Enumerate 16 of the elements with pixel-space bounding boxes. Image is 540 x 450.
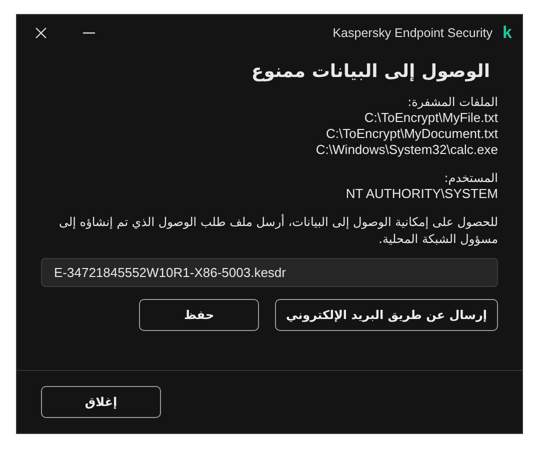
close-icon[interactable]	[35, 27, 47, 39]
file-path: C:\ToEncrypt\MyDocument.txt	[325, 126, 498, 142]
file-path: C:\ToEncrypt\MyFile.txt	[363, 110, 498, 126]
send-email-button[interactable]: إرسال عن طريق البريد الإلكتروني	[275, 299, 498, 331]
window-title: Kaspersky Endpoint Security	[332, 26, 493, 40]
file-path: C:\Windows\System32\calc.exe	[314, 142, 498, 158]
user-label: المستخدم:	[443, 170, 498, 186]
files-label: الملفات المشفرة:	[406, 94, 498, 110]
dialog-heading: الوصول إلى البيانات ممنوع	[250, 61, 490, 82]
file-name-field[interactable]: E-34721845552W10R1-X86-5003.kesdr	[41, 258, 498, 287]
save-button[interactable]: حفظ	[139, 299, 260, 331]
close-button[interactable]: إغلاق	[41, 386, 161, 418]
user-name: NT AUTHORITY\SYSTEM	[344, 186, 498, 202]
instruction-text: للحصول على إمكانية الوصول إلى البيانات، أرسل ملف طلب الوصول الذي تم إنشاؤه إلى مسؤول الشبكة المحلية.	[58, 214, 498, 248]
app-logo: k	[502, 23, 512, 43]
minimize-icon[interactable]	[83, 32, 95, 34]
